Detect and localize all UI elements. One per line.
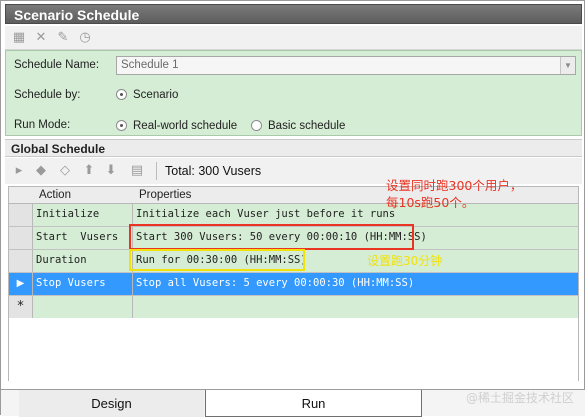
schedule-settings-panel: Schedule Name: Schedule 1 ▼ Schedule by:… <box>5 50 582 136</box>
schedule-by-scenario-radio[interactable] <box>116 89 127 100</box>
move-up-icon[interactable]: ⬆ <box>81 163 97 179</box>
run-mode-real-world-label: Real-world schedule <box>133 120 238 132</box>
grid-empty-area <box>8 318 579 381</box>
rename-icon[interactable]: ✎ <box>55 30 71 46</box>
run-mode-real-world-radio[interactable] <box>116 120 127 131</box>
row-action: Stop Vusers <box>34 273 133 295</box>
window-title: Scenario Schedule <box>5 4 582 24</box>
row-action: Start Vusers <box>34 227 133 249</box>
schedule-properties-icon[interactable]: ◷ <box>77 30 93 46</box>
run-mode-basic-radio[interactable] <box>251 120 262 131</box>
add-action-icon[interactable]: ◆ <box>33 163 49 179</box>
toolbar-divider <box>156 162 157 180</box>
row-selector[interactable] <box>9 227 33 249</box>
table-row-selected[interactable]: ▶ Stop Vusers Stop all Vusers: 5 every 0… <box>8 273 579 296</box>
column-header-action[interactable]: Action <box>39 189 71 201</box>
yellow-annotation-note: 设置跑30分钟 <box>367 254 443 268</box>
remove-action-icon[interactable]: ◇ <box>57 163 73 179</box>
move-down-icon[interactable]: ⬇ <box>103 163 119 179</box>
schedule-by-label: Schedule by: <box>14 89 81 101</box>
new-row-properties-cell[interactable] <box>134 296 578 318</box>
red-highlight-box <box>129 224 414 250</box>
run-mode-label: Run Mode: <box>14 119 71 131</box>
view-icon[interactable]: ▤ <box>129 163 145 179</box>
row-selector[interactable] <box>9 250 33 272</box>
new-row-marker[interactable]: * <box>9 296 33 318</box>
new-schedule-icon[interactable]: ▦ <box>11 30 27 46</box>
new-row[interactable]: * <box>8 296 579 319</box>
current-row-arrow-icon[interactable]: ▶ <box>9 273 33 295</box>
schedule-by-scenario-label: Scenario <box>133 89 179 101</box>
scenario-schedule-window: Scenario Schedule ▦ ✕ ✎ ◷ Schedule Name:… <box>0 0 585 417</box>
schedule-name-label: Schedule Name: <box>14 59 100 71</box>
delete-icon[interactable]: ✕ <box>33 30 49 46</box>
row-action: Duration <box>34 250 133 272</box>
run-mode-basic-label: Basic schedule <box>268 120 346 132</box>
row-selector[interactable] <box>9 204 33 226</box>
watermark-credit: @稀土掘金技术社区 <box>465 391 574 405</box>
edit-action-icon[interactable]: ▸ <box>11 163 27 179</box>
red-annotation-note: 设置同时跑300个用户， 每10s跑50个。 <box>386 178 523 210</box>
new-row-action-cell[interactable] <box>34 296 133 318</box>
row-properties: Stop all Vusers: 5 every 00:00:30 (HH:MM… <box>136 277 415 289</box>
chevron-down-icon[interactable]: ▼ <box>560 57 575 74</box>
tab-run[interactable]: Run <box>205 390 422 417</box>
row-action: Initialize <box>34 204 133 226</box>
global-schedule-header: Global Schedule <box>5 139 582 157</box>
schedule-toolbar: ▦ ✕ ✎ ◷ <box>5 26 582 50</box>
schedule-name-dropdown[interactable]: Schedule 1 ▼ <box>116 56 576 75</box>
schedule-name-value: Schedule 1 <box>121 59 179 71</box>
tab-design[interactable]: Design <box>19 390 204 417</box>
yellow-highlight-box <box>129 249 305 271</box>
column-header-properties[interactable]: Properties <box>139 189 191 201</box>
total-vusers: Total: 300 Vusers <box>165 164 262 178</box>
